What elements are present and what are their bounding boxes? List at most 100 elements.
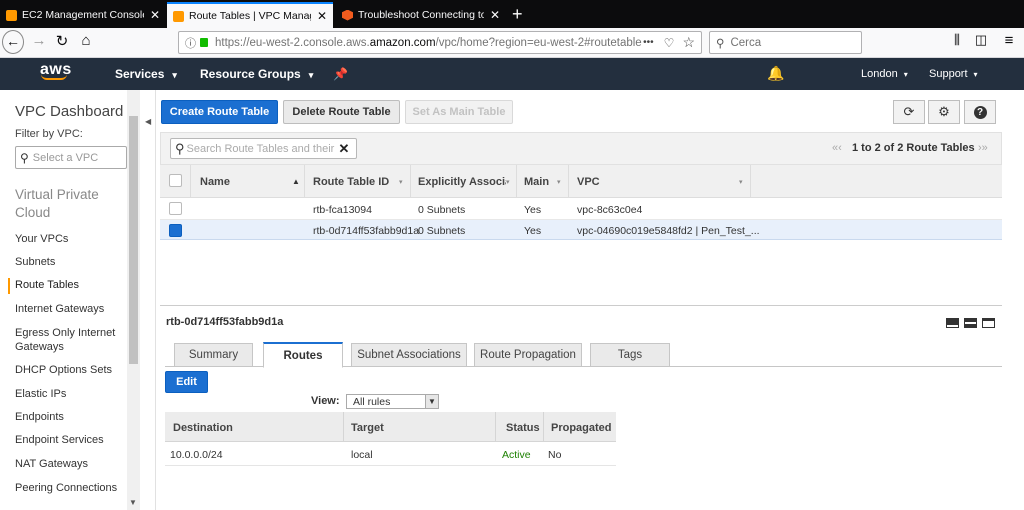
new-tab-button[interactable]: + [512, 4, 523, 25]
menu-icon[interactable]: ≡ [998, 32, 1020, 49]
layout-full-icon[interactable] [982, 318, 995, 328]
close-tab-icon[interactable]: ✕ [317, 9, 327, 23]
close-tab-icon[interactable]: ✕ [490, 8, 500, 22]
aws-console-header: aws Services ▾ Resource Groups ▾ 📌 🔔 Londo… [0, 58, 1024, 90]
pin-icon[interactable]: 📌 [333, 67, 348, 81]
column-divider [410, 165, 411, 198]
resource-groups-label: Resource Groups [200, 67, 301, 81]
sidebar-item-endpoints[interactable]: Endpoints [15, 411, 64, 423]
column-header-vpc[interactable]: VPC [577, 176, 600, 188]
sidebar-section-title: Virtual Private Cloud [15, 187, 99, 220]
row-vpc: vpc-04690c019e5848fd2 | Pen_Test_... [577, 225, 760, 237]
tab-route-propagation[interactable]: Route Propagation [474, 343, 582, 367]
row-vpc: vpc-8c63c0e4 [577, 204, 643, 216]
aws-hexagon-icon [342, 9, 353, 21]
gear-icon[interactable]: ⚙ [928, 100, 960, 124]
close-tab-icon[interactable]: ✕ [150, 8, 160, 22]
chevron-down-icon: ▾ [172, 70, 177, 80]
clear-search-icon[interactable]: ✕ [339, 141, 350, 157]
first-page-icon[interactable]: «‹ [832, 142, 842, 154]
browser-tab-route-tables[interactable]: Route Tables | VPC Managemen ✕ [167, 2, 333, 28]
browser-tab-title: Troubleshoot Connecting to EC [358, 9, 484, 21]
library-icon[interactable]: ⫼ [946, 32, 968, 48]
sidebar-collapse-strip[interactable] [140, 90, 156, 510]
aws-orange-icon [173, 10, 184, 22]
browser-tab-ec2[interactable]: EC2 Management Console ✕ [0, 2, 166, 28]
routes-col-status: Status [506, 422, 540, 434]
region-menu[interactable]: London ▾ [861, 68, 908, 80]
active-indicator [8, 278, 10, 294]
sidebar-item-subnets[interactable]: Subnets [15, 256, 55, 268]
info-icon[interactable]: ⓘ [185, 35, 196, 51]
sidebar-title[interactable]: VPC Dashboard [15, 103, 123, 120]
resource-groups-menu[interactable]: Resource Groups ▾ [200, 67, 313, 81]
page-actions-icon[interactable]: ••• [643, 37, 654, 48]
delete-route-table-button[interactable]: Delete Route Table [283, 100, 400, 124]
sidebar-item-endpoint-services[interactable]: Endpoint Services [15, 434, 104, 446]
tab-summary[interactable]: Summary [174, 343, 253, 367]
sidebar-scrollbar-thumb[interactable] [129, 116, 138, 364]
sidebar-item-egress-only[interactable]: Egress Only Internet Gateways [15, 326, 125, 354]
layout-split-icon[interactable] [964, 318, 977, 328]
sidebar-item-internet-gateways[interactable]: Internet Gateways [15, 303, 104, 315]
aws-orange-icon [6, 9, 17, 21]
pocket-icon[interactable]: ♡ [664, 36, 675, 50]
forward-icon[interactable]: → [28, 32, 50, 49]
sidebar-item-route-tables[interactable]: Route Tables [15, 279, 79, 291]
sidebar-item-dhcp[interactable]: DHCP Options Sets [15, 364, 112, 376]
sidebar-item-elastic-ips[interactable]: Elastic IPs [15, 388, 66, 400]
routes-col-propagated: Propagated [551, 422, 612, 434]
column-header-id[interactable]: Route Table ID [313, 176, 389, 188]
chevron-down-icon[interactable]: ▾ [506, 178, 510, 186]
search-bar[interactable]: ⚲ Cerca [709, 31, 862, 54]
sidebar-item-peering[interactable]: Peering Connections [15, 482, 117, 494]
scroll-down-icon[interactable]: ▼ [129, 498, 137, 507]
row-checkbox-checked[interactable] [169, 224, 182, 237]
route-table-search-placeholder: Search Route Tables and their [186, 142, 335, 155]
aws-logo-text: aws [40, 61, 72, 78]
home-icon[interactable]: ⌂ [75, 32, 97, 49]
chevron-down-icon[interactable]: ▾ [739, 178, 743, 186]
select-all-checkbox[interactable] [169, 174, 182, 187]
browser-tab-troubleshoot[interactable]: Troubleshoot Connecting to EC ✕ [336, 2, 506, 28]
sidebar-item-your-vpcs[interactable]: Your VPCs [15, 233, 68, 245]
set-main-table-button[interactable]: Set As Main Table [405, 100, 513, 124]
column-header-main[interactable]: Main [524, 176, 549, 188]
services-label: Services [115, 67, 165, 81]
last-page-icon[interactable]: ›» [978, 142, 988, 154]
url-bar[interactable]: ⓘ https://eu-west-2.console.aws. amazon.c… [178, 31, 702, 54]
tab-tags[interactable]: Tags [590, 343, 670, 367]
edit-button[interactable]: Edit [165, 371, 208, 393]
column-header-assoc[interactable]: Explicitly Associat [418, 176, 506, 188]
chevron-down-icon[interactable]: ▾ [399, 178, 403, 186]
column-divider [516, 165, 517, 198]
back-icon[interactable]: ← [2, 30, 24, 54]
sort-asc-icon[interactable]: ▲ [292, 177, 300, 186]
bookmark-star-icon[interactable]: ☆ [682, 34, 695, 51]
chevron-down-icon[interactable]: ▾ [557, 178, 561, 186]
pane-divider[interactable] [160, 305, 1002, 306]
tab-routes[interactable]: Routes [263, 342, 343, 368]
services-menu[interactable]: Services ▾ [115, 67, 177, 81]
vpc-filter-select[interactable]: ⚲ Select a VPC [15, 146, 127, 169]
support-menu[interactable]: Support ▾ [929, 68, 978, 80]
filter-label: Filter by VPC: [15, 128, 83, 140]
refresh-icon[interactable]: ⟳ [893, 100, 925, 124]
create-route-table-button[interactable]: Create Route Table [161, 100, 278, 124]
tab-subnet-associations[interactable]: Subnet Associations [351, 343, 467, 367]
route-table-search-input[interactable]: ⚲ Search Route Tables and their ✕ [170, 138, 357, 159]
column-header-name[interactable]: Name [200, 176, 230, 188]
layout-bottom-icon[interactable] [946, 318, 959, 328]
row-explicit-assoc: 0 Subnets [418, 204, 466, 216]
bell-icon[interactable]: 🔔 [767, 65, 784, 82]
sidebar-toggle-icon[interactable]: ◫ [970, 32, 992, 48]
collapse-arrow-icon[interactable]: ◀ [145, 117, 151, 126]
help-icon[interactable]: ? [964, 100, 996, 124]
view-select[interactable]: All rules ▼ [346, 394, 439, 409]
url-prefix: https://eu-west-2.console.aws. [215, 36, 370, 49]
reload-icon[interactable]: ↻ [51, 32, 73, 50]
row-route-table-id: rtb-0d714ff53fabb9d1a [313, 225, 420, 237]
aws-logo[interactable]: aws [40, 61, 72, 80]
row-checkbox[interactable] [169, 202, 182, 215]
sidebar-item-nat-gateways[interactable]: NAT Gateways [15, 458, 88, 470]
